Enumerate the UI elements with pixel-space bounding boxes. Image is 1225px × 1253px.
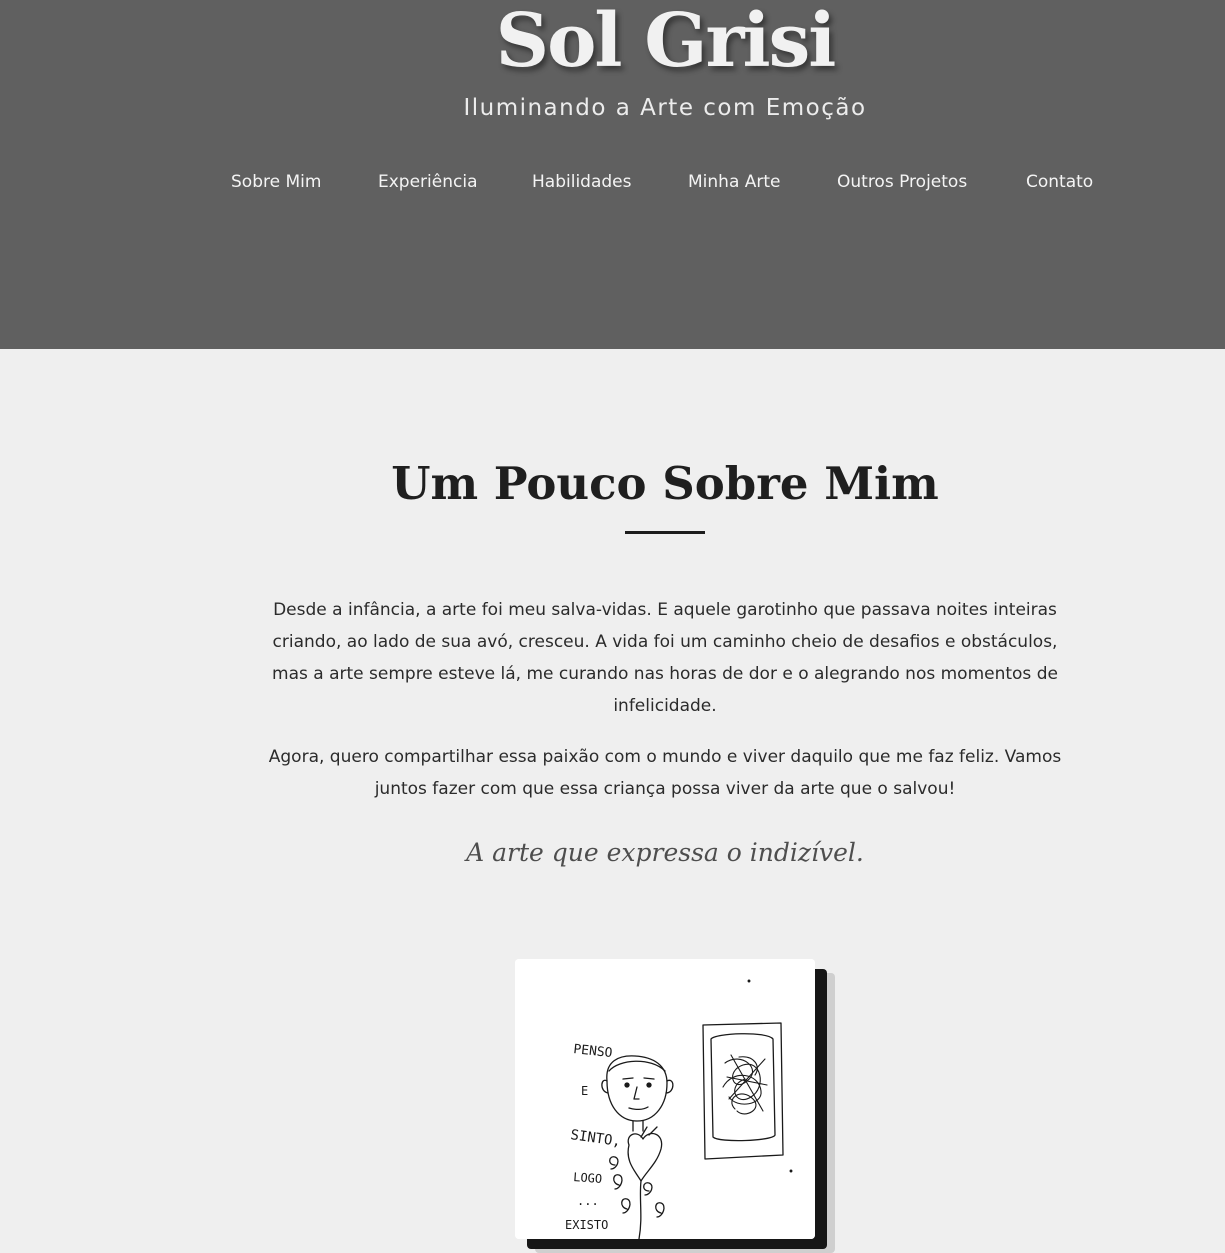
- svg-text:LOGO: LOGO: [573, 1170, 603, 1186]
- nav-link-habilidades[interactable]: Habilidades: [532, 172, 631, 192]
- heading-divider: [625, 531, 705, 534]
- artwork-sketch: PENSO E SINTO, LOGO ... EXISTO: [515, 959, 815, 1239]
- nav-link-minha-arte[interactable]: Minha Arte: [688, 172, 781, 192]
- artwork-card[interactable]: PENSO E SINTO, LOGO ... EXISTO: [515, 959, 835, 1253]
- nav-link-sobre-mim[interactable]: Sobre Mim: [231, 172, 321, 192]
- svg-text:EXISTO: EXISTO: [565, 1218, 608, 1232]
- about-quote: A arte que expressa o indizível.: [466, 838, 864, 867]
- site-title: Sol Grisi: [495, 0, 837, 84]
- about-paragraph-2: Agora, quero compartilhar essa paixão co…: [268, 747, 1062, 799]
- main-nav: Sobre Mim Experiência Habilidades Minha …: [0, 172, 1225, 196]
- about-paragraph-1: Desde a infância, a arte foi meu salva-v…: [272, 600, 1058, 716]
- nav-link-outros-projetos[interactable]: Outros Projetos: [837, 172, 967, 192]
- nav-link-experiencia[interactable]: Experiência: [378, 172, 478, 192]
- about-heading: Um Pouco Sobre Mim: [391, 457, 939, 510]
- hero-header: Sol Grisi Iluminando a Arte com Emoção S…: [0, 0, 1225, 349]
- site-tagline: Iluminando a Arte com Emoção: [463, 95, 867, 121]
- svg-text:E: E: [581, 1084, 588, 1098]
- svg-text:...: ...: [577, 1194, 599, 1208]
- artwork-image: PENSO E SINTO, LOGO ... EXISTO: [515, 959, 815, 1239]
- nav-link-contato[interactable]: Contato: [1026, 172, 1093, 192]
